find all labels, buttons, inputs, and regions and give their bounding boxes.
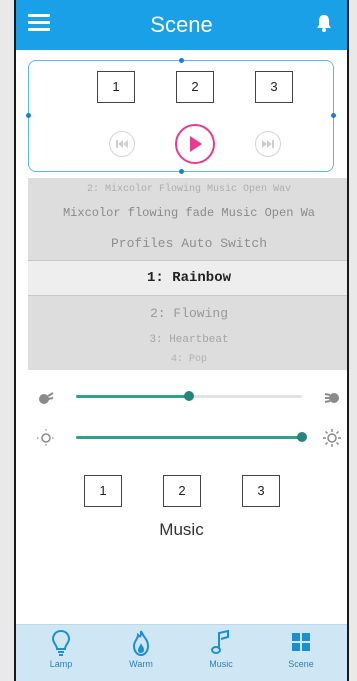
scene-slot-3-button[interactable]: 3 — [255, 71, 293, 103]
tab-label: Scene — [288, 659, 314, 669]
music-slot-2-button[interactable]: 2 — [163, 475, 201, 507]
play-icon — [190, 136, 202, 152]
picker-row[interactable]: Mixcolor flowing fade Music Open Wa — [28, 206, 347, 220]
bottom-tab-bar: Lamp Warm Music Scene — [16, 624, 347, 681]
music-slot-3-button[interactable]: 3 — [242, 475, 280, 507]
next-button[interactable] — [255, 131, 281, 157]
tab-warm[interactable]: Warm — [106, 629, 176, 669]
picker-row[interactable]: 2: Flowing — [28, 306, 347, 321]
previous-button[interactable] — [109, 131, 135, 157]
tab-label: Music — [209, 659, 233, 669]
brightness-slider[interactable] — [76, 425, 307, 449]
page-title: Scene — [150, 12, 213, 37]
bulb-icon — [51, 629, 71, 656]
resize-handle — [179, 58, 184, 63]
scene-control-box: 1 2 3 — [26, 58, 336, 174]
speed-slider-fill — [76, 395, 189, 398]
skip-back-icon — [116, 140, 128, 148]
speed-slider[interactable] — [76, 384, 302, 408]
brightness-slider-thumb[interactable] — [297, 432, 307, 442]
tab-label: Lamp — [49, 659, 73, 669]
bell-icon[interactable] — [313, 12, 335, 34]
fast-icon — [324, 393, 339, 403]
picker-row[interactable]: 3: Heartbeat — [28, 334, 347, 346]
scene-grid-icon — [292, 633, 310, 651]
phone-screen: Scene 1 2 3 2: Mixcolor Flowing Music Op… — [14, 0, 349, 681]
app-bar: Scene — [16, 0, 347, 50]
music-note-icon — [211, 629, 229, 654]
music-slot-1-button[interactable]: 1 — [84, 475, 122, 507]
tab-label: Warm — [129, 659, 153, 669]
resize-handle — [331, 113, 336, 118]
skip-forward-icon — [262, 140, 274, 148]
bright-sun-icon — [323, 429, 341, 447]
tab-scene[interactable]: Scene — [266, 629, 336, 669]
picker-row[interactable]: 2: Mixcolor Flowing Music Open Wav — [28, 184, 347, 195]
flame-icon — [132, 630, 150, 657]
brightness-slider-fill — [76, 436, 302, 439]
profile-picker[interactable]: 2: Mixcolor Flowing Music Open Wav Mixco… — [28, 178, 347, 370]
resize-handle — [179, 169, 184, 174]
picker-row[interactable]: 4: Pop — [28, 354, 347, 365]
tab-lamp[interactable]: Lamp — [26, 629, 96, 669]
speed-slider-thumb[interactable] — [184, 391, 194, 401]
dim-sun-icon — [37, 429, 55, 447]
picker-row-profiles-auto-switch[interactable]: Profiles Auto Switch — [28, 236, 347, 251]
scene-slot-2-button[interactable]: 2 — [176, 71, 214, 103]
resize-handle — [26, 113, 31, 118]
picker-row-selected[interactable]: 1: Rainbow — [28, 270, 347, 286]
slow-icon — [39, 392, 54, 404]
play-button[interactable] — [175, 124, 215, 164]
music-label: Music — [159, 520, 204, 539]
tab-music[interactable]: Music — [186, 629, 256, 669]
scene-slot-1-button[interactable]: 1 — [97, 71, 135, 103]
